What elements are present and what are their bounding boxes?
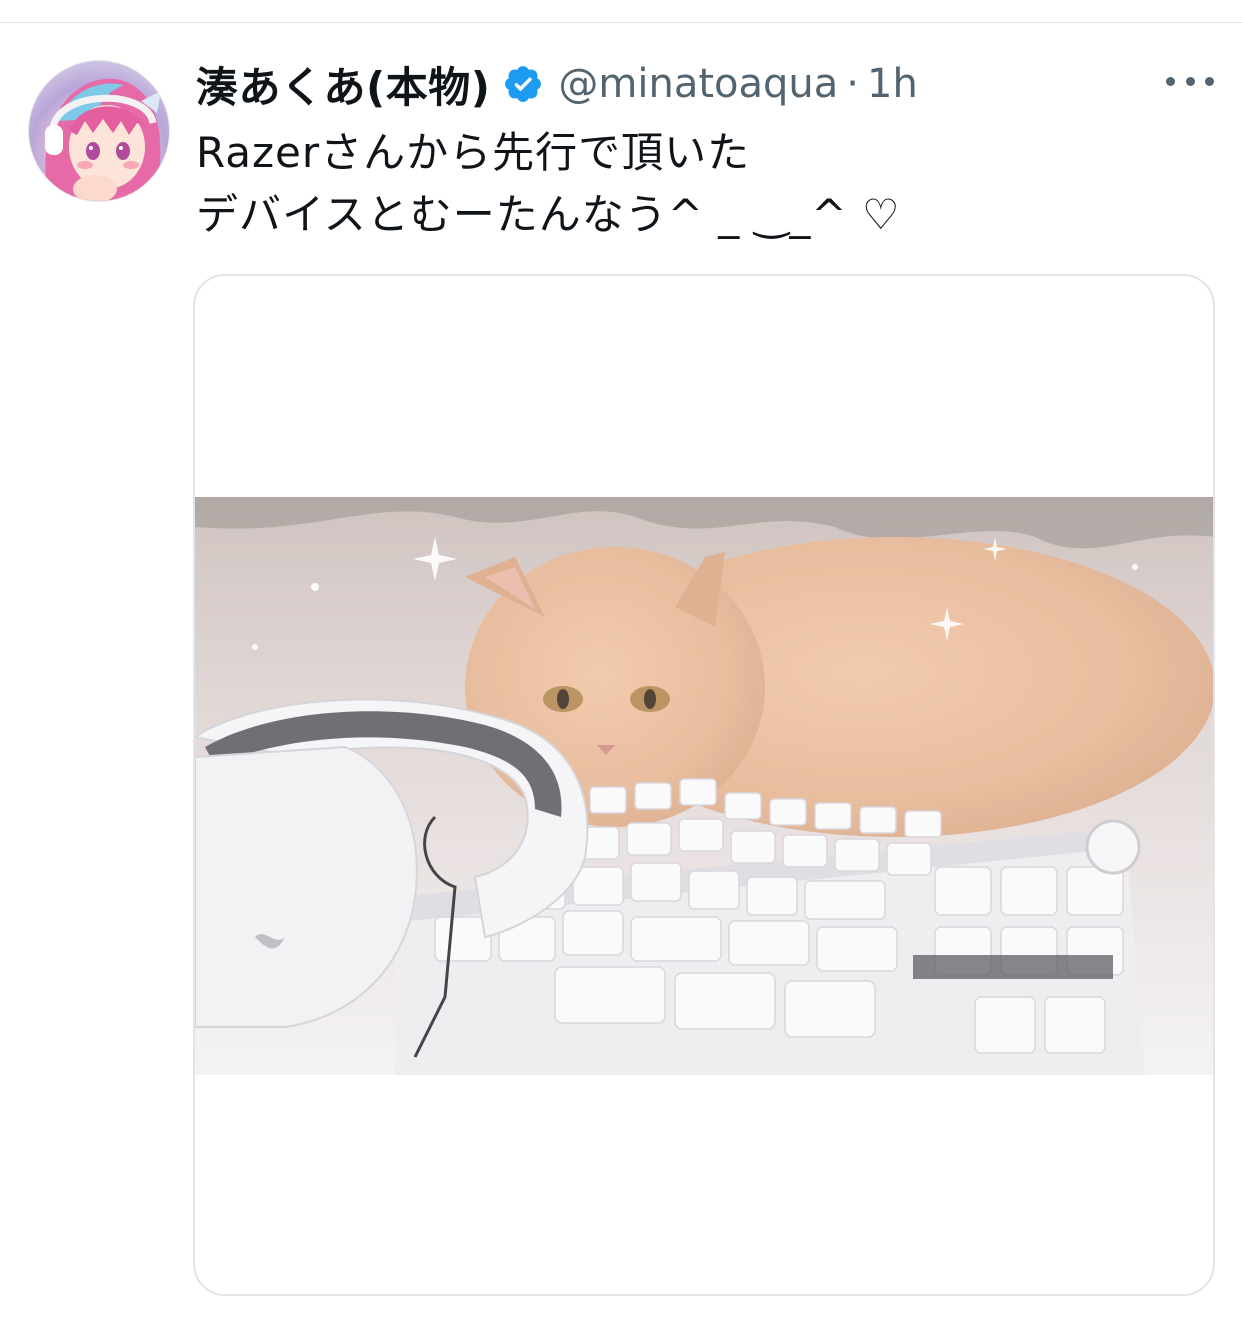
media-card[interactable] bbox=[193, 274, 1215, 1296]
author-handle[interactable]: @minatoaqua bbox=[558, 61, 838, 107]
tweet-text-line: デバイスとむーたんなう^ _ ‿_^ ♡ bbox=[196, 190, 901, 239]
tweet-text: Razerさんから先行で頂いた デバイスとむーたんなう^ _ ‿_^ ♡ bbox=[196, 122, 1196, 246]
cat-keyboard-photo[interactable] bbox=[195, 497, 1213, 1075]
tweet-header: 湊あくあ(本物) @minatoaqua · 1h bbox=[196, 56, 918, 112]
avatar[interactable] bbox=[28, 60, 170, 202]
more-horizontal-icon[interactable] bbox=[1160, 66, 1220, 96]
tweet[interactable]: 湊あくあ(本物) @minatoaqua · 1h Razerさんから先行で頂い… bbox=[0, 0, 1242, 1318]
verified-badge-icon bbox=[502, 63, 544, 105]
tweet-timestamp[interactable]: 1h bbox=[867, 61, 918, 107]
author-display-name[interactable]: 湊あくあ(本物) bbox=[196, 54, 490, 115]
tweet-text-line: Razerさんから先行で頂いた bbox=[196, 128, 751, 177]
header-separator: · bbox=[846, 61, 859, 107]
